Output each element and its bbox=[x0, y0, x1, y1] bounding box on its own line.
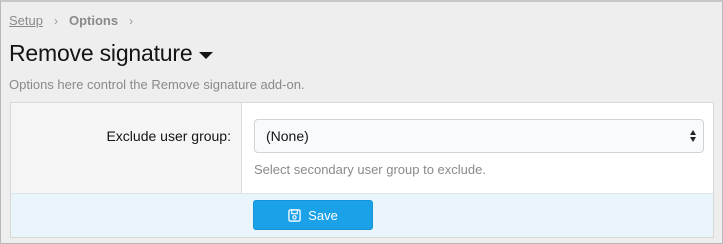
page-title: Remove signature bbox=[9, 40, 193, 66]
exclude-user-group-select[interactable]: (None) bbox=[254, 119, 704, 153]
breadcrumb-separator-icon: › bbox=[129, 13, 134, 28]
options-form: Exclude user group: (None) Select second… bbox=[10, 102, 714, 238]
form-footer: Save bbox=[11, 193, 713, 237]
select-value: (None) bbox=[266, 128, 309, 144]
form-label-column: Exclude user group: bbox=[11, 103, 242, 193]
breadcrumb: Setup › Options › bbox=[9, 13, 144, 28]
floppy-disk-icon bbox=[288, 208, 301, 222]
save-button-label: Save bbox=[308, 207, 338, 223]
caret-down-icon[interactable] bbox=[199, 51, 214, 59]
page-description: Options here control the Remove signatur… bbox=[9, 77, 305, 92]
save-button[interactable]: Save bbox=[253, 200, 373, 230]
breadcrumb-separator-icon: › bbox=[53, 13, 58, 28]
field-hint: Select secondary user group to exclude. bbox=[254, 162, 486, 177]
options-page: Setup › Options › Remove signature Optio… bbox=[0, 0, 723, 244]
breadcrumb-setup-link[interactable]: Setup bbox=[9, 13, 43, 28]
select-updown-icon bbox=[690, 130, 696, 142]
breadcrumb-options-link[interactable]: Options bbox=[69, 13, 118, 28]
page-title-row: Remove signature bbox=[9, 40, 214, 67]
exclude-user-group-label: Exclude user group: bbox=[106, 128, 231, 144]
